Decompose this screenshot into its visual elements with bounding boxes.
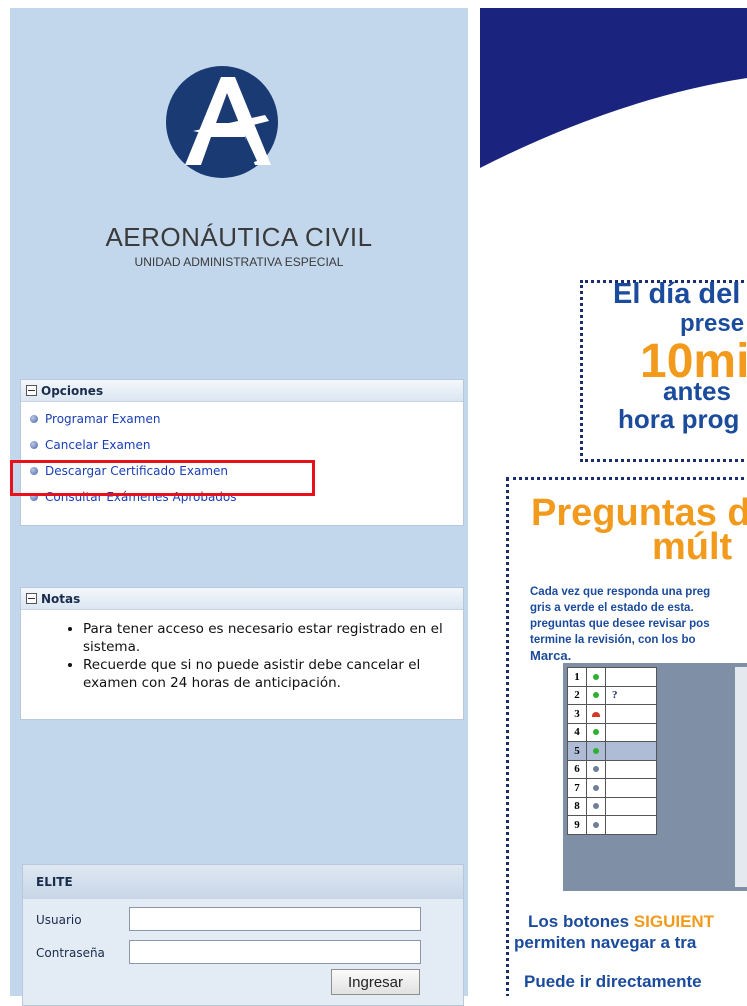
collapse-icon[interactable] bbox=[26, 385, 37, 396]
row-number: 3 bbox=[567, 704, 587, 724]
status-cell bbox=[586, 778, 606, 798]
red-status-icon bbox=[592, 711, 600, 717]
grey-status-icon bbox=[593, 766, 599, 773]
nota-item: Recuerde que si no puede asistir debe ca… bbox=[83, 656, 463, 692]
grey-status-icon bbox=[593, 784, 599, 791]
notas-list: Para tener acceso es necesario estar reg… bbox=[21, 620, 463, 692]
green-status-icon bbox=[593, 729, 599, 736]
collapse-icon[interactable] bbox=[26, 593, 37, 604]
notas-header[interactable]: Notas bbox=[21, 588, 463, 610]
opciones-title: Opciones bbox=[41, 383, 104, 398]
grey-status-icon bbox=[593, 821, 599, 828]
brand-subtitle: UNIDAD ADMINISTRATIVA ESPECIAL bbox=[134, 255, 344, 269]
menu-item-programar[interactable]: Programar Examen bbox=[21, 406, 463, 432]
row-number: 7 bbox=[567, 778, 587, 798]
opciones-header[interactable]: Opciones bbox=[21, 380, 463, 402]
mark-cell bbox=[605, 759, 657, 779]
programar-examen-link[interactable]: Programar Examen bbox=[45, 412, 160, 426]
promo-line4: antes bbox=[663, 376, 731, 406]
green-status-icon bbox=[593, 747, 599, 754]
promo-para2: gris a verde el estado de esta. bbox=[530, 602, 694, 614]
mark-cell bbox=[605, 778, 657, 798]
brand-name: AERONÁUTICA CIVIL bbox=[105, 222, 373, 252]
password-label: Contraseña bbox=[36, 946, 105, 960]
promo-line5: hora prog bbox=[618, 404, 740, 434]
promo-para5: Marca. bbox=[530, 648, 572, 663]
status-cell bbox=[586, 796, 606, 816]
cancelar-examen-link[interactable]: Cancelar Examen bbox=[45, 438, 150, 452]
row-number: 9 bbox=[567, 815, 587, 835]
row-number: 5 bbox=[567, 741, 587, 761]
green-status-icon bbox=[593, 673, 599, 680]
mark-cell bbox=[605, 815, 657, 835]
mark-cell bbox=[605, 722, 657, 742]
footer1-highlight: SIGUIENT bbox=[633, 912, 715, 931]
ingresar-button[interactable]: Ingresar bbox=[331, 969, 420, 995]
promo-footer2: permiten navegar a tra bbox=[514, 933, 697, 952]
bullet-icon bbox=[30, 415, 38, 423]
row-number: 4 bbox=[567, 722, 587, 742]
notas-panel: Notas Para tener acceso es necesario est… bbox=[20, 587, 464, 720]
highlight-box bbox=[10, 460, 315, 496]
row-number: 2 bbox=[567, 685, 587, 705]
mark-cell bbox=[605, 796, 657, 816]
footer1-text: Los botones bbox=[528, 912, 634, 931]
header-wave-icon bbox=[480, 8, 747, 168]
promo-line1: El día del bbox=[613, 278, 741, 310]
brand-block: AERONÁUTICA CIVIL UNIDAD ADMINISTRATIVA … bbox=[10, 222, 468, 269]
promo-para3: preguntas que desee revisar pos bbox=[530, 618, 710, 630]
row-number: 8 bbox=[567, 796, 587, 816]
status-cell bbox=[586, 685, 606, 705]
mark-cell: ? bbox=[605, 685, 657, 705]
promo-para4: termine la revisión, con los bo bbox=[530, 634, 696, 646]
question-table: 1 2? 3 4 5 6 7 8 9 bbox=[567, 667, 657, 835]
bullet-icon bbox=[30, 441, 38, 449]
sidebar: AERONÁUTICA CIVIL UNIDAD ADMINISTRATIVA … bbox=[10, 8, 468, 1006]
row-number: 6 bbox=[567, 759, 587, 779]
menu-item-cancelar[interactable]: Cancelar Examen bbox=[21, 432, 463, 458]
status-cell bbox=[586, 759, 606, 779]
mark-cell bbox=[605, 667, 657, 687]
login-panel: ELITE Usuario Contraseña Ingresar bbox=[22, 864, 464, 1006]
row-number: 1 bbox=[567, 667, 587, 687]
usuario-label: Usuario bbox=[36, 913, 82, 927]
nota-item: Para tener acceso es necesario estar reg… bbox=[83, 620, 463, 656]
notas-title: Notas bbox=[41, 591, 81, 606]
promo-footer1: Los botones SIGUIENT bbox=[528, 912, 714, 932]
status-cell bbox=[586, 704, 606, 724]
password-input[interactable] bbox=[129, 940, 421, 964]
status-cell bbox=[586, 722, 606, 742]
grid-side-panel bbox=[735, 667, 747, 887]
question-grid: 1 2? 3 4 5 6 7 8 9 bbox=[563, 663, 747, 891]
promo-area: El día del prese 10min antes hora prog P… bbox=[468, 8, 747, 996]
status-cell bbox=[586, 741, 606, 761]
green-status-icon bbox=[593, 692, 599, 699]
login-title: ELITE bbox=[23, 865, 463, 899]
logo bbox=[165, 65, 279, 183]
grey-status-icon bbox=[593, 803, 599, 810]
mark-cell bbox=[605, 741, 657, 761]
promo-footer3: Puede ir directamente bbox=[524, 972, 702, 991]
mark-cell bbox=[605, 704, 657, 724]
promo-para1: Cada vez que responda una preg bbox=[530, 586, 711, 598]
promo-heading2: múlt bbox=[652, 526, 733, 568]
status-cell bbox=[586, 815, 606, 835]
status-cell bbox=[586, 667, 606, 687]
usuario-input[interactable] bbox=[129, 907, 421, 931]
opciones-panel: Opciones Programar Examen Cancelar Exame… bbox=[20, 379, 464, 526]
aerocivil-logo-icon bbox=[166, 66, 278, 178]
